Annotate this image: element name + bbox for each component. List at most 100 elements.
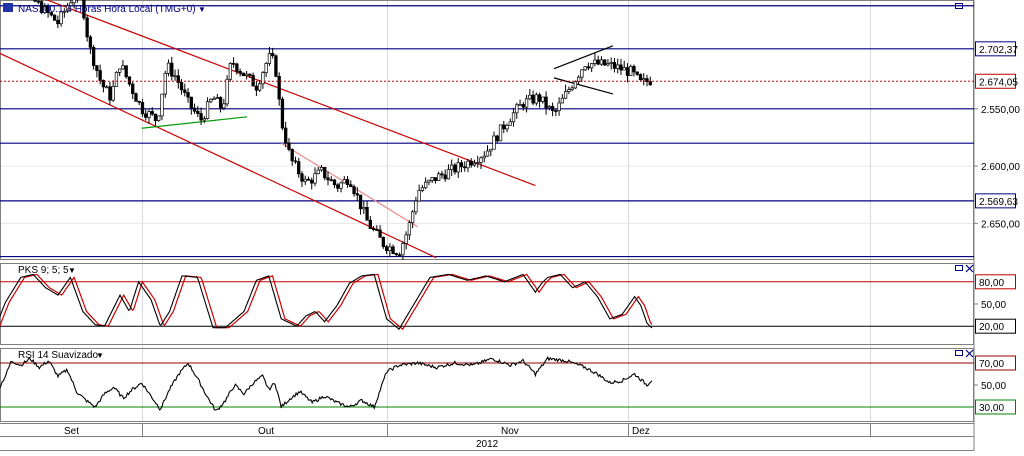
price-tick-label: 2.650,00 (981, 219, 1020, 230)
candle-body (153, 113, 158, 121)
candle-body (586, 66, 591, 69)
candle-body (437, 173, 441, 181)
candle-body (489, 148, 493, 152)
candle-body (443, 174, 447, 180)
candle-body (72, 0, 76, 4)
candle-body (424, 181, 428, 189)
candle-body (485, 150, 490, 157)
symbol-label: NAS100.1 4 Horas Hora Local (TMG+0) (18, 4, 196, 15)
candle-body (609, 62, 613, 64)
candle-body (476, 162, 480, 164)
candle-body (472, 162, 477, 166)
candle-body (616, 64, 620, 69)
candle-body (433, 177, 438, 181)
candle-body (459, 162, 464, 168)
stochastic-level-label: 20,00 (979, 322, 1004, 333)
candle-body (534, 94, 538, 104)
candle-body (52, 14, 57, 21)
candle-body (642, 78, 646, 81)
candle-body (248, 73, 252, 76)
candle-body (362, 207, 366, 210)
stochastic-level-label: 80,00 (979, 278, 1004, 289)
title-dropdown-icon[interactable]: ▼ (198, 5, 206, 14)
candle-body (596, 59, 600, 65)
rsi-tick-label: 50,00 (981, 381, 1006, 392)
candle-body (632, 66, 636, 73)
candle-body (453, 164, 457, 173)
month-label-nov: Nov (501, 426, 519, 437)
candle-body (518, 104, 522, 106)
candle-body (228, 62, 233, 80)
candle-body (264, 63, 268, 73)
candle-body (114, 72, 119, 87)
candle-body (271, 53, 275, 57)
candle-body (222, 103, 226, 109)
candle-body (111, 86, 115, 101)
candle-body (127, 76, 132, 85)
candle-body (108, 86, 112, 101)
candle-body (524, 98, 529, 108)
candle-body (287, 142, 291, 150)
rsi-dropdown-icon[interactable]: ▼ (96, 351, 104, 360)
candle-body (505, 124, 509, 130)
candle-body (563, 91, 568, 99)
level-price-label: 2.569,63 (979, 197, 1018, 208)
price-panel-title[interactable]: NAS100.1 4 Horas Hora Local (TMG+0) ▼ (3, 3, 206, 15)
candle-body (290, 149, 294, 162)
candle-body (261, 72, 265, 85)
stochastic-dropdown-icon[interactable]: ▼ (68, 266, 76, 275)
candle-body (384, 246, 389, 251)
rsi-level-label: 70,00 (979, 359, 1004, 370)
candle-body (323, 167, 327, 179)
candle-body (179, 82, 184, 91)
candle-body (105, 86, 109, 89)
candle-body (355, 193, 359, 196)
candle-body (612, 62, 617, 69)
candle-body (365, 207, 369, 221)
candle-body (293, 160, 298, 163)
candle-body (140, 102, 145, 115)
candle-body (251, 74, 255, 87)
candle-body (544, 96, 548, 109)
stochastic-panel-title[interactable]: PKS 9; 5; 5 ▼ (18, 265, 76, 276)
candle-body (599, 59, 604, 65)
candle-body (580, 69, 584, 78)
candle-body (238, 70, 242, 74)
candle-body (303, 178, 307, 182)
candle-body (593, 59, 597, 64)
candle-body (430, 177, 434, 181)
candle-body (407, 222, 412, 236)
candle-body (508, 121, 512, 126)
symbol-icon (3, 3, 13, 12)
candle-body (339, 182, 343, 189)
candle-body (186, 92, 190, 98)
candle-body (625, 67, 630, 76)
month-label-dez: Dez (632, 426, 650, 437)
rsi-panel-title[interactable]: RSI 14 Suavizado ▼ (18, 350, 104, 361)
price-tick-label: 2.550,00 (981, 105, 1020, 116)
candle-body (336, 184, 340, 189)
chart-svg: 2.650,00 2.600,00 2.550,00 2.702,37 2.569,63… (0, 0, 1024, 451)
candle-body (329, 179, 333, 182)
candle-body (456, 162, 460, 173)
chart-window: 2.650,00 2.600,00 2.550,00 2.702,37 2.569,63… (0, 0, 1024, 451)
candle-body (381, 236, 385, 248)
candle-body (326, 177, 330, 181)
candle-body (212, 98, 216, 100)
candle-body (137, 100, 141, 103)
candle-body (469, 160, 473, 166)
year-label: 2012 (476, 439, 499, 450)
candle-body (215, 97, 219, 99)
candle-body (378, 229, 382, 238)
candle-body (173, 75, 177, 78)
candle-body (541, 96, 545, 102)
candle-body (310, 179, 314, 184)
candle-body (368, 219, 372, 229)
candle-body (163, 72, 167, 95)
level-price-label: 2.702,37 (979, 45, 1018, 56)
candle-body (313, 173, 317, 184)
candle-body (531, 94, 535, 104)
candle-body (98, 70, 102, 81)
candle-body (606, 63, 610, 66)
candle-body (88, 36, 93, 48)
